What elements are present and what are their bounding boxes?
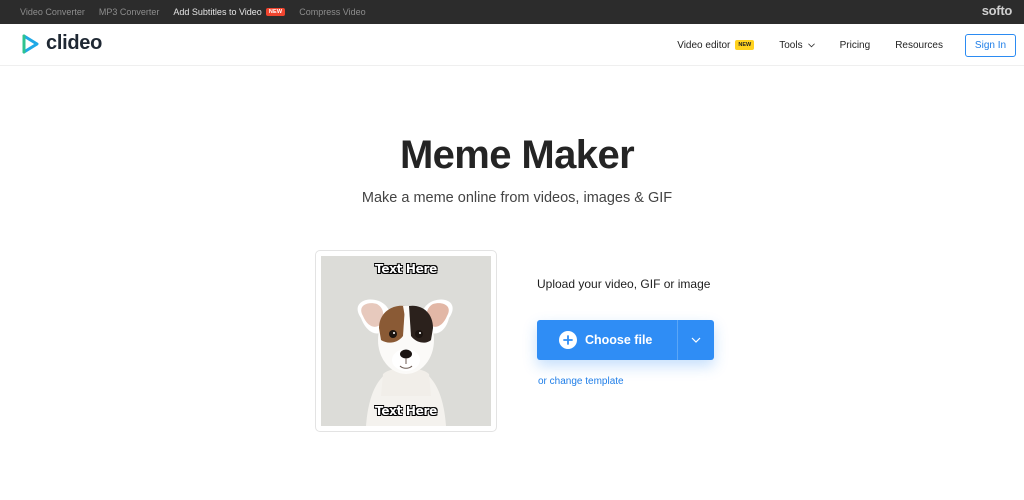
softo-logo[interactable]: softo: [982, 3, 1013, 18]
page-title: Meme Maker: [399, 133, 635, 177]
product-links: Video Converter MP3 Converter Add Subtit…: [20, 0, 380, 24]
choose-file-button-group: Choose file: [537, 320, 714, 360]
topbar-link-mp3-converter[interactable]: MP3 Converter: [99, 7, 160, 17]
new-badge: NEW: [265, 8, 286, 16]
logo-text: clideo: [46, 32, 102, 54]
main-header: clideo Video editor NEW Tools Pricing Re…: [0, 24, 1024, 66]
nav-tools-label: Tools: [779, 39, 803, 51]
chevron-down-icon: [691, 337, 701, 343]
topbar-link-label: Add Subtitles to Video: [173, 7, 262, 17]
topbar-link-compress-video[interactable]: Compress Video: [299, 7, 365, 17]
nav-tools[interactable]: Tools: [779, 39, 815, 51]
meme-preview-card: Text Here Text Here: [315, 250, 497, 432]
meme-bottom-text: Text Here: [375, 404, 437, 418]
meme-top-text: Text Here: [375, 262, 437, 276]
upload-label: Upload your video, GIF or image: [537, 277, 711, 291]
page-subtitle: Make a meme online from videos, images &…: [361, 190, 673, 206]
dog-image: [321, 256, 491, 426]
choose-file-button[interactable]: Choose file: [537, 320, 677, 360]
change-template-link[interactable]: or change template: [538, 376, 624, 387]
clideo-logo-icon: [22, 34, 39, 53]
top-product-bar: Video Converter MP3 Converter Add Subtit…: [0, 0, 1024, 24]
nav-video-editor-label: Video editor: [677, 39, 731, 51]
topbar-link-video-converter[interactable]: Video Converter: [20, 7, 85, 17]
clideo-logo[interactable]: clideo: [20, 32, 102, 55]
choose-file-label: Choose file: [585, 333, 653, 347]
nav-resources[interactable]: Resources: [895, 40, 943, 51]
main-nav: Video editor NEW Tools Pricing Resources…: [677, 24, 1016, 66]
meme-preview-image: Text Here Text Here: [321, 256, 491, 426]
new-badge: NEW: [735, 40, 755, 50]
choose-file-dropdown-button[interactable]: [678, 320, 714, 360]
sign-in-button[interactable]: Sign In: [965, 33, 1016, 57]
nav-pricing[interactable]: Pricing: [840, 40, 871, 51]
topbar-link-add-subtitles[interactable]: Add Subtitles to Video NEW: [173, 7, 286, 17]
chevron-down-icon: [807, 42, 815, 47]
plus-circle-icon: [559, 331, 577, 349]
nav-video-editor[interactable]: Video editor NEW: [677, 39, 755, 51]
